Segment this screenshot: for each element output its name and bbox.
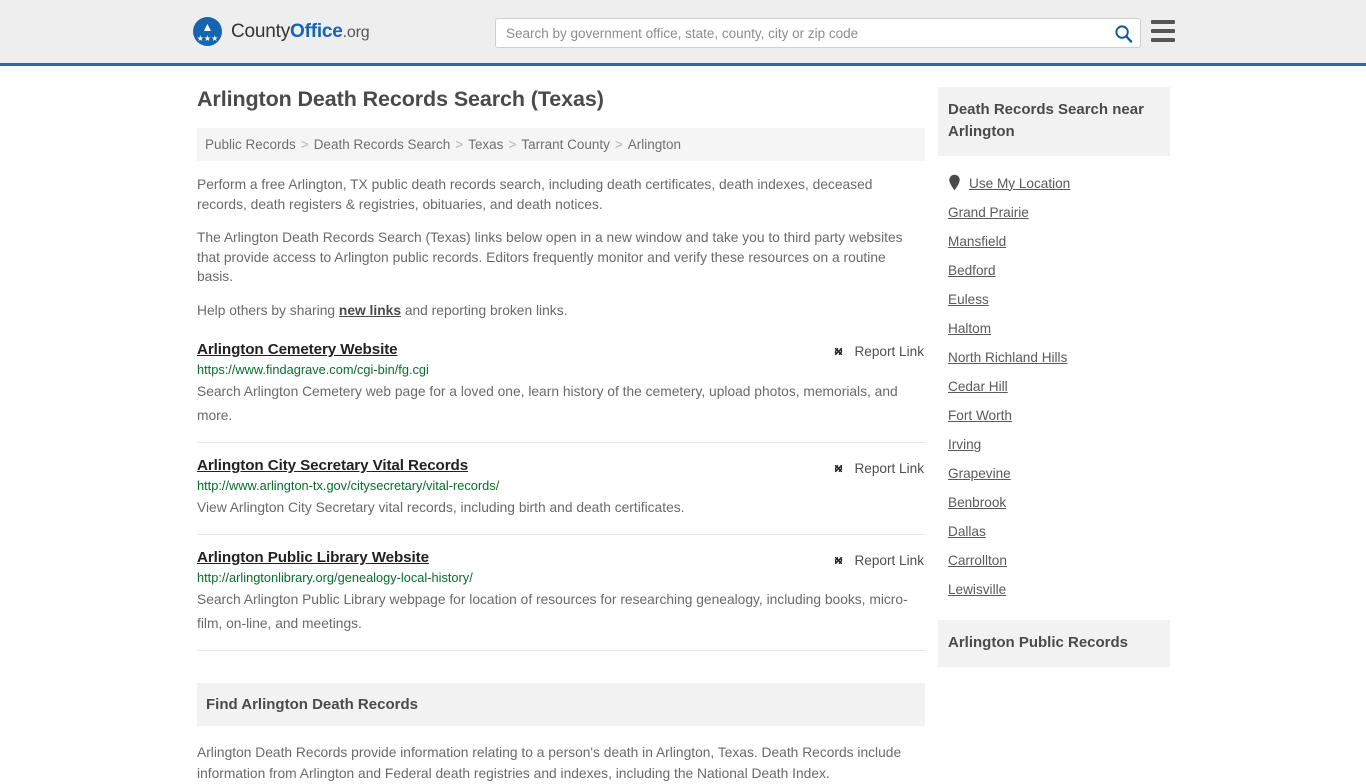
content-container: Arlington Death Records Search (Texas) P…: [190, 66, 1176, 781]
brand-name-county: County: [231, 20, 291, 42]
sidebar-city-label: Dallas: [948, 524, 986, 539]
report-link-label: Report Link: [854, 461, 924, 476]
sidebar-city-label: Lewisville: [948, 582, 1007, 597]
find-records-body: Arlington Death Records provide informat…: [197, 726, 925, 784]
sidebar-item-city[interactable]: Benbrook: [938, 488, 1170, 517]
brand-name: CountyOffice.org: [231, 20, 370, 43]
breadcrumb-item-public-records[interactable]: Public Records: [205, 137, 296, 152]
sidebar-city-label: Cedar Hill: [948, 379, 1008, 394]
breadcrumb-item-tarrant-county[interactable]: Tarrant County: [521, 137, 610, 152]
breadcrumb-item-texas[interactable]: Texas: [468, 137, 503, 152]
sidebar-city-label: Benbrook: [948, 495, 1007, 510]
report-link-label: Report Link: [854, 344, 924, 359]
sidebar-use-my-location-label: Use My Location: [969, 175, 1071, 191]
site-header: ▲ ★★★ CountyOffice.org: [0, 0, 1366, 66]
sidebar-item-city[interactable]: Haltom: [938, 314, 1170, 343]
resource-link-description: View Arlington City Secretary vital reco…: [197, 500, 685, 515]
report-link-button[interactable]: Report Link: [830, 460, 924, 477]
sidebar-item-city[interactable]: Euless: [938, 285, 1170, 314]
find-records-section: Find Arlington Death Records Arlington D…: [197, 683, 925, 784]
resource-link-description: Search Arlington Public Library webpage …: [197, 592, 908, 631]
sidebar-item-city[interactable]: North Richland Hills: [938, 343, 1170, 372]
sidebar: Death Records Search near Arlington Use …: [938, 87, 1170, 667]
sidebar-city-label: Carrollton: [948, 553, 1007, 568]
page-title: Arlington Death Records Search (Texas): [197, 87, 604, 111]
resource-link-entry: Arlington Public Library Website http://…: [197, 549, 925, 651]
report-link-label: Report Link: [854, 553, 924, 568]
sidebar-city-label: Irving: [948, 437, 982, 452]
sidebar-item-city[interactable]: Bedford: [938, 256, 1170, 285]
sidebar-item-city[interactable]: Fort Worth: [938, 401, 1170, 430]
resource-links-list: Arlington Cemetery Website https://www.f…: [197, 340, 925, 651]
sidebar-city-label: Grapevine: [948, 466, 1011, 481]
unlink-icon: [835, 556, 843, 565]
sidebar-nearby-heading: Death Records Search near Arlington: [938, 87, 1170, 156]
sidebar-item-city[interactable]: Mansfield: [938, 227, 1170, 256]
sidebar-item-city[interactable]: Lewisville: [938, 575, 1170, 604]
sidebar-item-city[interactable]: Grapevine: [938, 459, 1170, 488]
page-body: Arlington Death Records Search (Texas) P…: [0, 66, 1366, 781]
help-prefix: Help others by sharing: [197, 302, 339, 318]
sidebar-nearby-list: Use My Location Grand Prairie Mansfield …: [938, 156, 1170, 604]
help-suffix: and reporting broken links.: [401, 302, 568, 318]
intro-paragraph-1: Perform a free Arlington, TX public deat…: [197, 177, 873, 212]
sidebar-city-label: Mansfield: [948, 234, 1007, 249]
sidebar-city-label: North Richland Hills: [948, 350, 1068, 365]
sidebar-city-label: Grand Prairie: [948, 205, 1029, 220]
report-link-button[interactable]: Report Link: [830, 552, 924, 569]
breadcrumb-item-death-records-search[interactable]: Death Records Search: [314, 137, 451, 152]
eagle-shield-logo-icon: ▲ ★★★: [193, 17, 222, 46]
search-icon: [1114, 24, 1132, 43]
sidebar-item-city[interactable]: Carrollton: [938, 546, 1170, 575]
sidebar-city-label: Fort Worth: [948, 408, 1012, 423]
search-button[interactable]: [1106, 20, 1140, 46]
hamburger-menu-button[interactable]: [1151, 20, 1175, 42]
hamburger-menu-icon-bar: [1151, 29, 1175, 33]
resource-link-title[interactable]: Arlington City Secretary Vital Records: [197, 457, 468, 474]
help-paragraph: Help others by sharing new links and rep…: [197, 301, 925, 321]
search-input[interactable]: [496, 20, 1106, 46]
find-records-heading: Find Arlington Death Records: [197, 683, 925, 726]
hamburger-menu-icon-bar: [1151, 38, 1175, 42]
intro-paragraph-2: The Arlington Death Records Search (Texa…: [197, 230, 903, 284]
hamburger-menu-icon-bar: [1151, 20, 1175, 24]
resource-link-entry: Arlington Cemetery Website https://www.f…: [197, 340, 925, 443]
sidebar-public-records-heading: Arlington Public Records: [938, 620, 1170, 667]
unlink-icon: [835, 464, 843, 473]
sidebar-item-city[interactable]: Grand Prairie: [938, 198, 1170, 227]
sidebar-city-label: Euless: [948, 292, 989, 307]
breadcrumb-separator: >: [614, 137, 623, 152]
report-link-button[interactable]: Report Link: [830, 343, 924, 360]
sidebar-item-city[interactable]: Irving: [938, 430, 1170, 459]
breadcrumb-separator: >: [300, 137, 309, 152]
search-bar: [495, 18, 1141, 48]
brand-name-office: Office: [290, 20, 343, 42]
intro-text: Perform a free Arlington, TX public deat…: [197, 175, 925, 320]
sidebar-item-city[interactable]: Dallas: [938, 517, 1170, 546]
unlink-icon: [835, 347, 843, 356]
sidebar-item-city[interactable]: Cedar Hill: [938, 372, 1170, 401]
sidebar-item-use-my-location[interactable]: Use My Location: [938, 168, 1170, 198]
resource-link-url[interactable]: https://www.findagrave.com/cgi-bin/fg.cg…: [197, 362, 925, 377]
main-column: Arlington Death Records Search (Texas) P…: [197, 87, 925, 784]
breadcrumb-separator: >: [508, 137, 517, 152]
sidebar-city-label: Bedford: [948, 263, 996, 278]
brand-name-org: .org: [342, 23, 370, 41]
new-links-link[interactable]: new links: [339, 303, 401, 318]
breadcrumb: Public Records > Death Records Search > Texa…: [197, 128, 925, 161]
breadcrumb-item-arlington: Arlington: [627, 137, 682, 152]
resource-link-title[interactable]: Arlington Public Library Website: [197, 549, 429, 566]
sidebar-city-label: Haltom: [948, 321, 992, 336]
find-records-paragraph: Arlington Death Records provide informat…: [197, 745, 902, 781]
resource-link-url[interactable]: http://arlingtonlibrary.org/genealogy-lo…: [197, 570, 925, 585]
breadcrumb-separator: >: [455, 137, 464, 152]
resource-link-description: Search Arlington Cemetery web page for a…: [197, 384, 898, 423]
brand-logo-link[interactable]: ▲ ★★★ CountyOffice.org: [193, 17, 370, 46]
resource-link-entry: Arlington City Secretary Vital Records h…: [197, 457, 925, 535]
resource-link-title[interactable]: Arlington Cemetery Website: [197, 341, 398, 358]
resource-link-url[interactable]: http://www.arlington-tx.gov/citysecretar…: [197, 478, 925, 493]
map-pin-icon: [949, 174, 960, 191]
